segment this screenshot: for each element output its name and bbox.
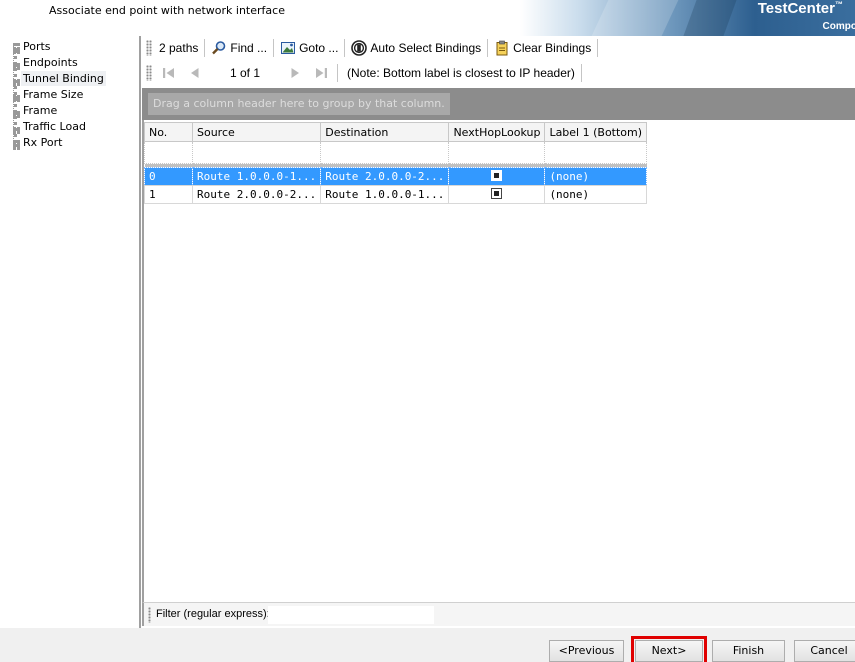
auto-select-bindings-button[interactable]: Auto Select Bindings bbox=[348, 38, 484, 58]
filter-cell[interactable] bbox=[448, 141, 546, 164]
goto-label: Goto ... bbox=[299, 41, 339, 55]
nexthoplookup-checkbox[interactable] bbox=[491, 187, 503, 199]
wizard-header: Associate end point with network interfa… bbox=[0, 0, 855, 36]
clear-bindings-label: Clear Bindings bbox=[513, 41, 592, 55]
previous-button[interactable]: <Previous bbox=[549, 640, 624, 662]
toolbar-row-actions: 2 paths Find ... Goto ... Auto Select Bi… bbox=[142, 36, 601, 60]
brand-logo: TestCenter™ bbox=[758, 0, 843, 17]
toolbar-separator bbox=[337, 64, 338, 82]
next-button[interactable]: Next> bbox=[631, 636, 707, 662]
toolbar-row-paging: 1 of 1 (Note: Bottom label is closest to… bbox=[142, 61, 585, 85]
tree-connector bbox=[13, 143, 20, 147]
wizard-footer: <Previous Next> Finish Cancel bbox=[0, 628, 855, 662]
bindings-table: No. Source Destination NextHopLookup Lab… bbox=[144, 122, 648, 204]
banner-decoration bbox=[591, 0, 679, 36]
group-by-hint: Drag a column header here to group by th… bbox=[148, 93, 450, 115]
filter-cell[interactable] bbox=[544, 141, 648, 164]
tree-item-frame-size[interactable]: Frame Size bbox=[21, 87, 85, 102]
tree-connector bbox=[13, 111, 20, 115]
cell-no[interactable]: 1 bbox=[144, 185, 193, 204]
magnifier-icon bbox=[211, 40, 227, 56]
table-row[interactable]: 0 Route 1.0.0.0-1... Route 2.0.0.0-2... … bbox=[144, 167, 648, 186]
group-by-area[interactable]: Drag a column header here to group by th… bbox=[142, 88, 855, 120]
column-header-no[interactable]: No. bbox=[144, 122, 193, 142]
header-subtitle: Associate end point with network interfa… bbox=[49, 4, 285, 17]
toolbar-grip[interactable] bbox=[146, 40, 152, 56]
goto-button[interactable]: Goto ... bbox=[277, 38, 341, 58]
trademark-symbol: ™ bbox=[835, 0, 843, 9]
tree-item-endpoints[interactable]: Endpoints bbox=[21, 55, 80, 70]
cancel-button[interactable]: Cancel bbox=[794, 640, 855, 662]
finish-button[interactable]: Finish bbox=[712, 640, 785, 662]
filter-cell[interactable] bbox=[191, 141, 322, 164]
filter-label: Filter (regular express): bbox=[156, 608, 270, 620]
toolbar-separator bbox=[273, 39, 275, 57]
path-count-text: 2 paths bbox=[159, 41, 199, 55]
cell-nexthoplookup[interactable] bbox=[448, 167, 546, 186]
tree-connector bbox=[13, 63, 20, 67]
cell-label[interactable]: (none) bbox=[544, 185, 648, 204]
find-label: Find ... bbox=[230, 41, 268, 55]
wizard-step-tree: Ports Endpoints Tunnel Binding Frame Siz… bbox=[0, 36, 141, 628]
filter-grip[interactable] bbox=[148, 607, 151, 623]
filter-row bbox=[144, 141, 648, 164]
page-indicator[interactable]: 1 of 1 bbox=[214, 64, 276, 82]
previous-page-icon[interactable] bbox=[187, 65, 203, 81]
toolbar-separator bbox=[344, 39, 346, 57]
brand-subtitle: Compo bbox=[822, 21, 855, 32]
tree-item-rx-port[interactable]: Rx Port bbox=[21, 135, 64, 150]
cell-destination[interactable]: Route 2.0.0.0-2... bbox=[320, 167, 450, 186]
bindings-grid: No. Source Destination NextHopLookup Lab… bbox=[142, 120, 855, 602]
table-row[interactable]: 1 Route 2.0.0.0-2... Route 1.0.0.0-1... … bbox=[144, 185, 648, 204]
tree-connector bbox=[13, 127, 20, 131]
column-header-label-1-bottom[interactable]: Label 1 (Bottom) bbox=[544, 122, 648, 142]
goto-picture-icon bbox=[280, 40, 296, 56]
auto-select-label: Auto Select Bindings bbox=[370, 41, 482, 55]
next-page-icon[interactable] bbox=[287, 65, 303, 81]
first-page-icon[interactable] bbox=[161, 65, 177, 81]
brand-name: TestCenter bbox=[757, 0, 835, 17]
toolbar-grip[interactable] bbox=[146, 65, 152, 81]
toolbar-separator bbox=[204, 39, 206, 57]
toolbar: 2 paths Find ... Goto ... Auto Select Bi… bbox=[142, 36, 855, 86]
path-count-label: 2 paths bbox=[156, 38, 201, 58]
clear-bindings-button[interactable]: Clear Bindings bbox=[491, 38, 594, 58]
tree-connector bbox=[13, 47, 20, 51]
cell-destination[interactable]: Route 1.0.0.0-1... bbox=[320, 185, 450, 204]
filter-cell[interactable] bbox=[144, 141, 193, 164]
last-page-icon[interactable] bbox=[313, 65, 329, 81]
cell-source[interactable]: Route 1.0.0.0-1... bbox=[191, 167, 322, 186]
tree-item-tunnel-binding[interactable]: Tunnel Binding bbox=[21, 71, 106, 86]
tree-item-ports[interactable]: Ports bbox=[21, 39, 53, 54]
tree-item-frame[interactable]: Frame bbox=[21, 103, 59, 118]
cell-source[interactable]: Route 2.0.0.0-2... bbox=[191, 185, 322, 204]
clipboard-clear-icon bbox=[494, 40, 510, 56]
table-header-row: No. Source Destination NextHopLookup Lab… bbox=[144, 122, 648, 142]
tree-item-traffic-load[interactable]: Traffic Load bbox=[21, 119, 88, 134]
label-order-note: (Note: Bottom label is closest to IP hea… bbox=[347, 66, 575, 80]
cell-nexthoplookup[interactable] bbox=[448, 185, 546, 204]
cell-no[interactable]: 0 bbox=[144, 167, 193, 186]
tree-connector bbox=[13, 79, 20, 83]
filter-cell[interactable] bbox=[320, 141, 450, 164]
banner-decoration bbox=[681, 0, 739, 36]
toolbar-separator bbox=[597, 39, 599, 57]
tree-connector bbox=[13, 95, 20, 99]
brand-banner: TestCenter™ Compo bbox=[520, 0, 855, 36]
filter-input[interactable] bbox=[268, 606, 434, 624]
tunnel-binding-panel: 2 paths Find ... Goto ... Auto Select Bi… bbox=[142, 36, 855, 628]
toolbar-separator bbox=[487, 39, 489, 57]
column-header-destination[interactable]: Destination bbox=[320, 122, 450, 142]
filter-bar: Filter (regular express): bbox=[142, 602, 855, 626]
column-header-source[interactable]: Source bbox=[191, 122, 322, 142]
cell-label[interactable]: (none) bbox=[544, 167, 648, 186]
find-button[interactable]: Find ... bbox=[208, 38, 270, 58]
nexthoplookup-checkbox[interactable] bbox=[491, 169, 503, 181]
auto-select-icon bbox=[351, 40, 368, 56]
column-header-nexthoplookup[interactable]: NextHopLookup bbox=[448, 122, 546, 142]
toolbar-separator bbox=[580, 64, 582, 82]
